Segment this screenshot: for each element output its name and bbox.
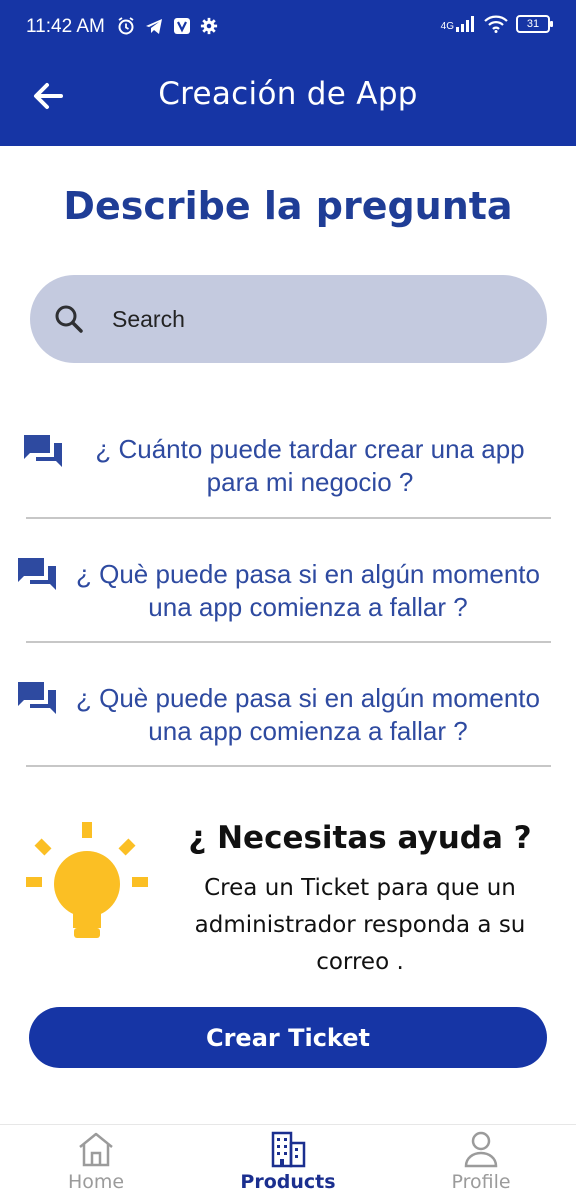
- vpn-icon: [174, 18, 190, 34]
- building-icon: [271, 1131, 306, 1168]
- signal-icon: 4G: [441, 16, 476, 32]
- divider: [26, 517, 551, 519]
- faq-question: ¿ Què puede pasa si en algún momento una…: [76, 683, 540, 746]
- bottom-navigation: Home Products Profile: [0, 1124, 576, 1202]
- nav-label: Home: [67, 1171, 125, 1193]
- app-bar-title: Creación de App: [158, 76, 418, 112]
- faq-item[interactable]: ¿ Cuánto puede tardar crear una app para…: [0, 425, 576, 521]
- status-bar: 11:42 AM 4G 31: [0, 0, 576, 56]
- help-description: Crea un Ticket para que un administrador…: [194, 875, 526, 975]
- nav-item-profile[interactable]: Profile: [406, 1127, 556, 1199]
- divider: [26, 765, 551, 767]
- app-header: 11:42 AM 4G 31 Creación de App: [0, 0, 576, 146]
- nav-label: Profile: [451, 1171, 511, 1193]
- wifi-icon: [484, 15, 508, 33]
- person-icon: [464, 1131, 498, 1168]
- battery-level: 31: [526, 18, 540, 30]
- alarm-icon: [118, 17, 134, 35]
- settings-icon: [200, 17, 218, 35]
- battery-icon: 31: [516, 15, 553, 33]
- nav-label: Products: [240, 1171, 336, 1193]
- status-time: 11:42 AM: [26, 16, 105, 37]
- telegram-icon: [146, 19, 162, 34]
- home-icon: [79, 1132, 113, 1167]
- faq-question: ¿ Cuánto puede tardar crear una app para…: [95, 434, 525, 497]
- nav-item-home[interactable]: Home: [21, 1127, 171, 1199]
- search-bar[interactable]: [30, 275, 547, 363]
- create-ticket-button[interactable]: Crear Ticket: [29, 1007, 547, 1068]
- help-title: ¿ Necesitas ayuda ?: [188, 820, 532, 856]
- network-type: 4G: [440, 21, 454, 32]
- chat-bubble-icon: [24, 435, 62, 467]
- faq-item[interactable]: ¿ Què puede pasa si en algún momento una…: [0, 674, 576, 770]
- nav-item-products[interactable]: Products: [213, 1127, 363, 1199]
- divider: [26, 641, 551, 643]
- page-title: Describe la pregunta: [63, 184, 513, 228]
- search-icon: [55, 305, 83, 333]
- lightbulb-icon: [26, 822, 148, 938]
- faq-question: ¿ Què puede pasa si en algún momento una…: [76, 559, 540, 622]
- search-input[interactable]: [112, 297, 492, 341]
- faq-item[interactable]: ¿ Què puede pasa si en algún momento una…: [0, 550, 576, 646]
